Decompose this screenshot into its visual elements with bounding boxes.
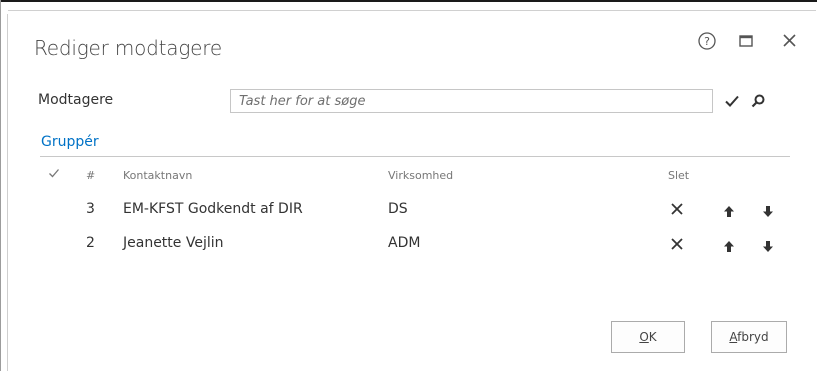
dialog-title: Rediger modtagere (34, 36, 222, 60)
maximize-icon[interactable] (735, 30, 757, 52)
question-circle-icon[interactable]: ? (696, 30, 718, 52)
ok-button[interactable]: OK (611, 321, 685, 353)
cancel-button[interactable]: Afbryd (711, 321, 787, 353)
row-contact-name: Jeanette Vejlin (123, 235, 224, 251)
row-company: DS (388, 201, 408, 217)
checkmark-icon[interactable] (724, 93, 740, 109)
cancel-mnemonic: A (729, 330, 738, 344)
arrow-up-icon[interactable] (723, 238, 735, 252)
table-divider (40, 156, 790, 157)
row-number: 2 (86, 235, 95, 251)
recipient-search-input[interactable] (231, 90, 712, 112)
window-left-border (0, 0, 1, 371)
arrow-down-icon[interactable] (762, 203, 774, 217)
window-top-border (0, 0, 817, 2)
edit-recipients-dialog: Rediger modtagere ? Modtagere Gruppér (8, 10, 816, 372)
recipients-label: Modtagere (38, 92, 114, 108)
group-link[interactable]: Gruppér (41, 134, 99, 150)
arrow-down-icon[interactable] (762, 238, 774, 252)
checkmark-icon[interactable] (48, 167, 60, 179)
recipient-search-box (230, 89, 713, 113)
row-number: 3 (86, 201, 95, 217)
close-icon[interactable] (779, 30, 801, 52)
row-company: ADM (388, 235, 421, 251)
ok-mnemonic: O (639, 330, 649, 344)
column-header-contact[interactable]: Kontaktnavn (123, 169, 192, 182)
x-icon[interactable] (669, 236, 685, 252)
row-contact-name: EM-KFST Godkendt af DIR (123, 201, 303, 217)
column-header-delete[interactable]: Slet (668, 169, 689, 182)
ok-label-rest: K (648, 330, 657, 344)
arrow-up-icon[interactable] (723, 203, 735, 217)
cancel-label-rest: fbryd (737, 330, 769, 344)
x-icon[interactable] (669, 201, 685, 217)
column-header-number[interactable]: # (86, 169, 95, 182)
column-header-company[interactable]: Virksomhed (388, 169, 453, 182)
magnifier-icon[interactable] (750, 93, 766, 109)
svg-text:?: ? (704, 35, 710, 48)
